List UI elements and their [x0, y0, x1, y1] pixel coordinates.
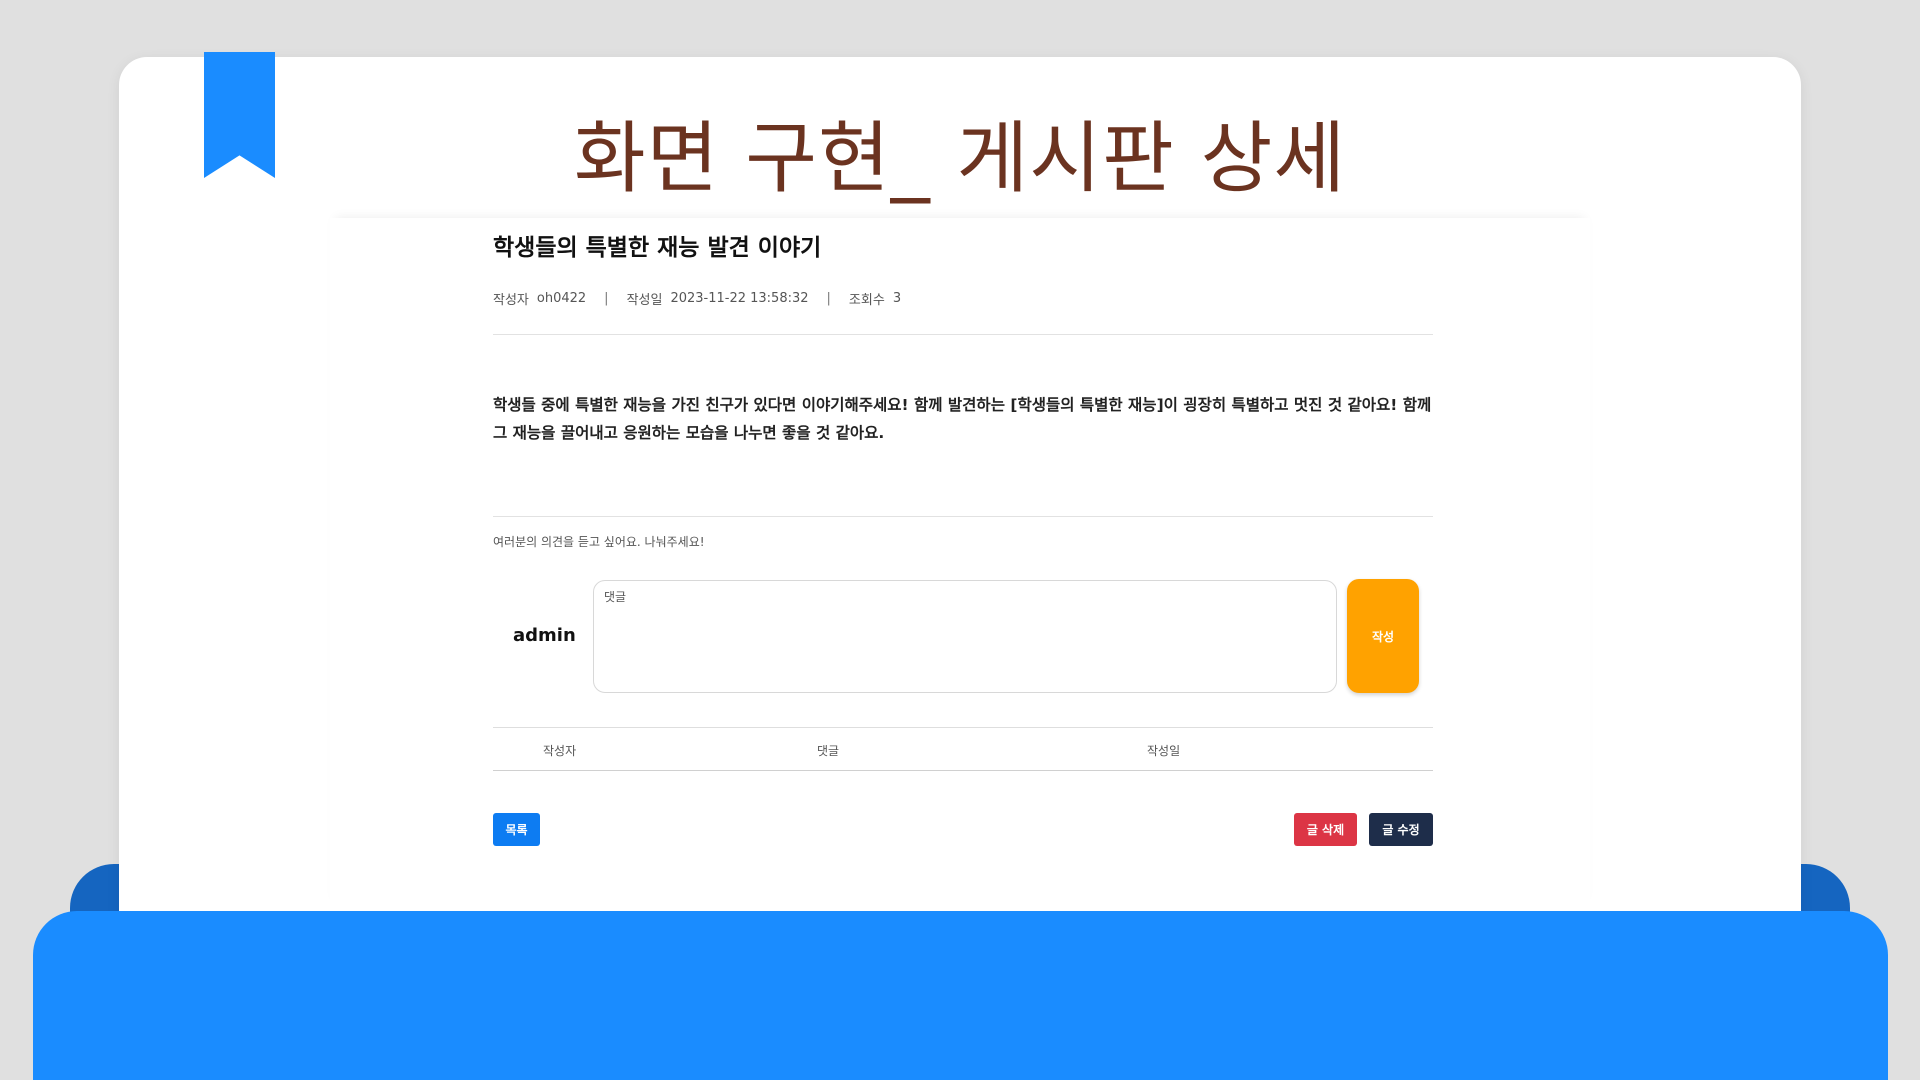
comment-table-header: 작성자 댓글 작성일 — [493, 727, 1433, 771]
post-title: 학생들의 특별한 재능 발견 이야기 — [493, 235, 822, 261]
post-meta: 작성자 oh0422 | 작성일 2023-11-22 13:58:32 | 조… — [493, 289, 901, 308]
slide-title: 화면 구현_ 게시판 상세 — [573, 114, 1347, 204]
list-button[interactable]: 목록 — [493, 813, 540, 846]
column-header-date: 작성일 — [1147, 744, 1181, 758]
meta-separator: | — [826, 291, 831, 306]
comment-username: admin — [513, 625, 576, 646]
views-value: 3 — [892, 291, 902, 306]
column-header-comment: 댓글 — [817, 744, 840, 758]
board-detail-screenshot — [330, 218, 1590, 910]
comment-input[interactable] — [593, 580, 1337, 693]
divider — [493, 516, 1433, 517]
author-value: oh0422 — [536, 291, 587, 306]
column-header-author: 작성자 — [543, 744, 577, 758]
comment-prompt: 여러분의 의견을 듣고 싶어요. 나눠주세요! — [493, 535, 705, 549]
meta-separator: | — [604, 291, 609, 306]
date-label: 작성일 — [626, 293, 663, 308]
divider — [493, 334, 1433, 335]
edit-post-button[interactable]: 글 수정 — [1369, 813, 1433, 846]
author-label: 작성자 — [493, 293, 529, 308]
delete-post-button[interactable]: 글 삭제 — [1294, 813, 1357, 846]
views-label: 조회수 — [848, 293, 885, 308]
comment-submit-button[interactable]: 작성 — [1347, 579, 1419, 693]
foreground-tab — [33, 911, 1888, 1080]
post-content: 학생들 중에 특별한 재능을 가진 친구가 있다면 이야기해주세요! 함께 발견… — [493, 396, 1432, 442]
date-value: 2023-11-22 13:58:32 — [670, 291, 809, 306]
